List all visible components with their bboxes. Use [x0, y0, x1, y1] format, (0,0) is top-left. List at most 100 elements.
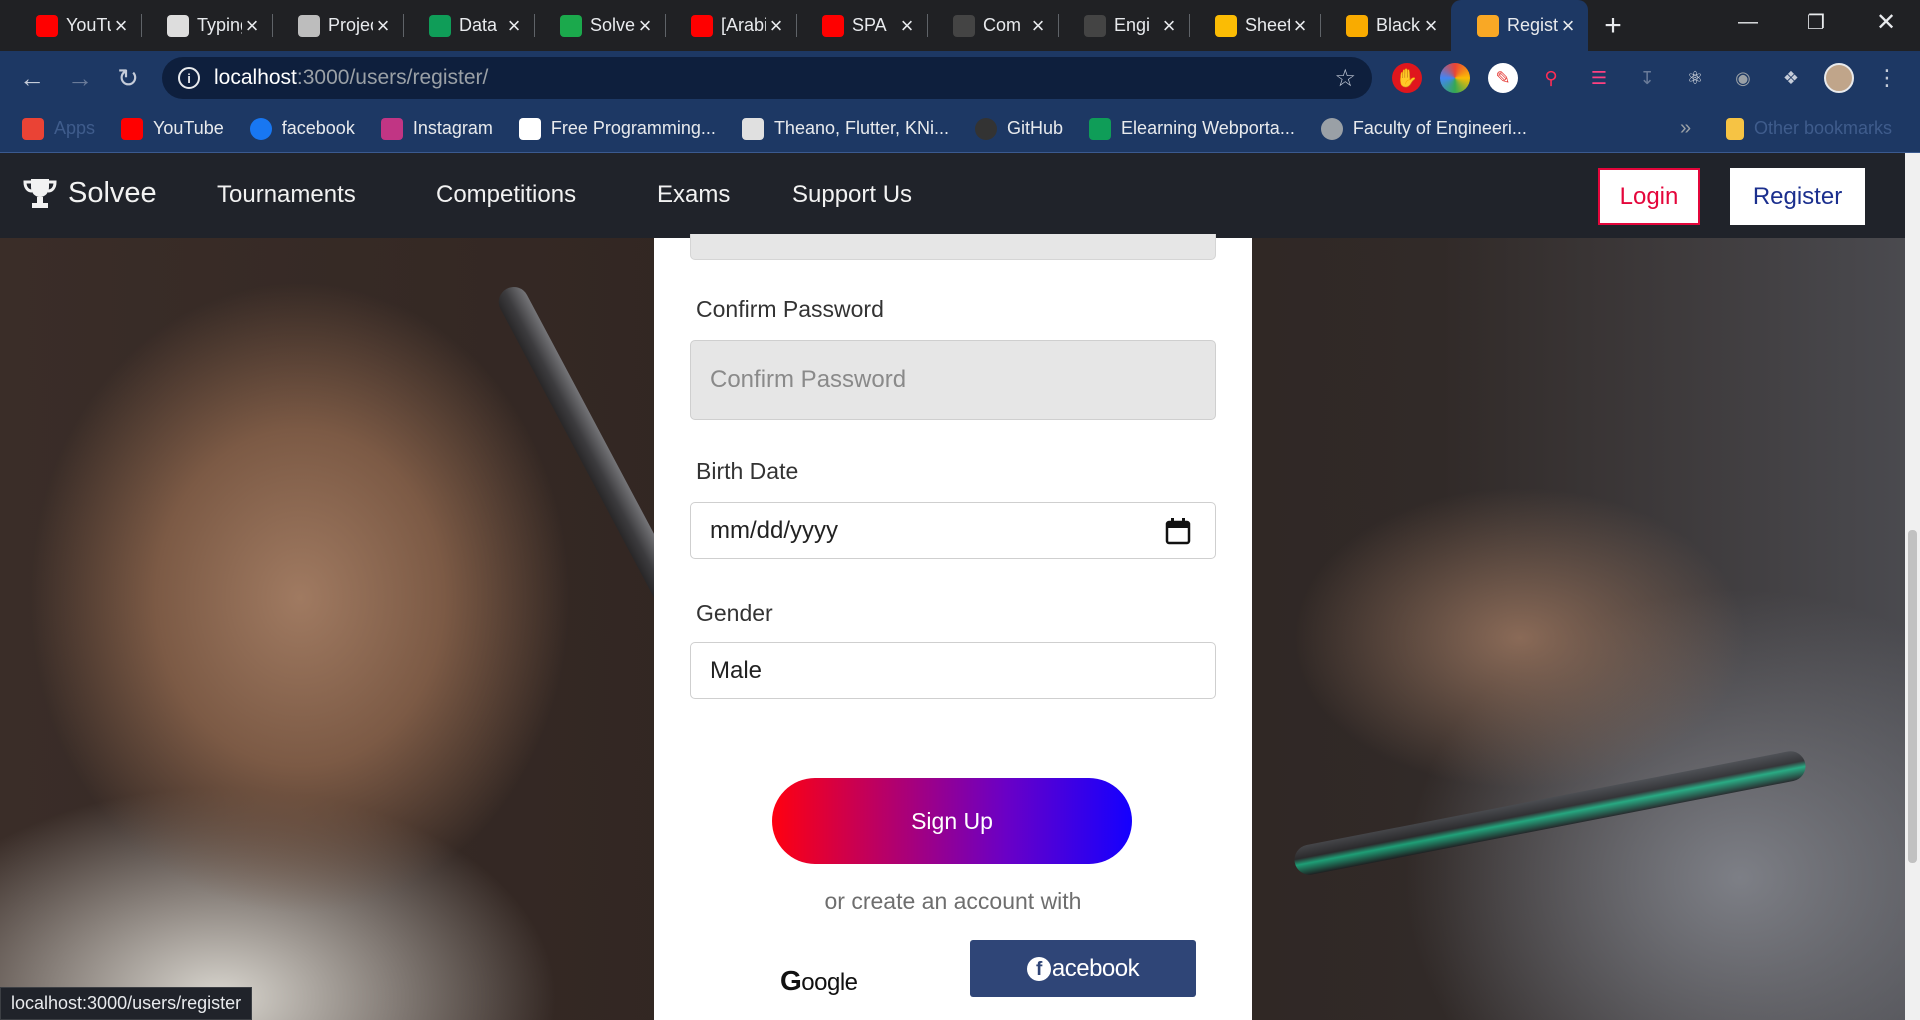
close-window-icon[interactable]: ✕: [1852, 0, 1920, 44]
bookmarks-bar: Apps YouTube facebook Instagram Free Program…: [0, 105, 1920, 153]
nav-tournaments[interactable]: Tournaments: [217, 181, 356, 209]
bookmark-item[interactable]: Free Programming...: [518, 117, 716, 140]
tab-title: Register: [1507, 15, 1558, 35]
bookmark-label: Instagram: [412, 118, 493, 138]
tab-list: YouTube×Typing×Projects×Data×Solve×[Arab…: [0, 0, 1588, 51]
google-signup-button[interactable]: Google: [780, 965, 858, 997]
bookmark-item[interactable]: facebook: [249, 117, 355, 140]
scrollbar-thumb[interactable]: [1908, 530, 1917, 863]
folder-icon: [1726, 117, 1744, 140]
back-arrow-icon[interactable]: ←: [10, 56, 54, 100]
brand-logo[interactable]: Solvee: [22, 175, 157, 211]
apps-grid-icon: [22, 117, 44, 140]
browser-tab[interactable]: Register×: [1451, 0, 1588, 51]
browser-tab[interactable]: YouTube×: [10, 0, 141, 51]
nav-support-us[interactable]: Support Us: [792, 181, 912, 209]
new-tab-button[interactable]: +: [1588, 0, 1638, 51]
web-page: Solvee Tournaments Competitions Exams Su…: [0, 153, 1920, 1020]
react-devtools-icon[interactable]: ⚛: [1680, 63, 1710, 93]
bookmark-label: Apps: [54, 118, 96, 138]
tab-title: Engi: [1114, 15, 1151, 35]
password-input-partial[interactable]: [690, 234, 1216, 260]
facebook-signup-button[interactable]: f acebook: [970, 940, 1196, 997]
browser-tab[interactable]: Data ×: [403, 0, 534, 51]
tab-close-icon[interactable]: ×: [766, 13, 786, 39]
tab-title: Black: [1376, 15, 1421, 35]
tab-title: YouTube: [66, 15, 111, 35]
register-button[interactable]: Register: [1730, 168, 1865, 225]
browser-tab[interactable]: Sheets×: [1189, 0, 1320, 51]
restore-icon[interactable]: ❐: [1782, 0, 1850, 44]
nav-exams[interactable]: Exams: [657, 181, 730, 209]
browser-tab[interactable]: SPA ×: [796, 0, 927, 51]
reload-icon[interactable]: ↻: [106, 56, 150, 100]
browser-tab[interactable]: Com ×: [927, 0, 1058, 51]
tab-title: SPA: [852, 15, 887, 35]
browser-menu-icon[interactable]: ⋮: [1872, 63, 1902, 93]
confirm-password-label: Confirm Password: [696, 296, 884, 322]
github-icon: [953, 14, 975, 37]
adblock-extension-icon[interactable]: ✋: [1392, 63, 1422, 93]
login-button[interactable]: Login: [1598, 168, 1700, 225]
browser-tab[interactable]: Solve ×: [534, 0, 665, 51]
bookmark-item[interactable]: Faculty of Engineeri...: [1320, 117, 1527, 140]
tab-close-icon[interactable]: ×: [897, 13, 917, 39]
bookmark-label: GitHub: [1007, 118, 1064, 138]
bookmark-item[interactable]: Apps: [22, 117, 96, 140]
minimize-icon[interactable]: —: [1714, 0, 1782, 44]
bookmark-item[interactable]: Elearning Webporta...: [1089, 117, 1295, 140]
url-path: :3000/users/register/: [296, 66, 489, 89]
pencil-extension-icon[interactable]: ✎: [1488, 63, 1518, 93]
color-picker-extension-icon[interactable]: [1440, 63, 1470, 93]
browser-tab[interactable]: Black ×: [1320, 0, 1451, 51]
browser-tab[interactable]: [Arabic×: [665, 0, 796, 51]
address-bar[interactable]: i localhost:3000/users/register/ ☆: [162, 57, 1372, 99]
bookmark-item[interactable]: GitHub: [975, 117, 1064, 140]
download-icon[interactable]: ↧: [1632, 63, 1662, 93]
menu-lines-extension-icon[interactable]: ☰: [1584, 63, 1614, 93]
tab-close-icon[interactable]: ×: [504, 13, 524, 39]
gender-select[interactable]: Male: [690, 642, 1216, 699]
confirm-password-input[interactable]: Confirm Password: [690, 340, 1216, 420]
bookmark-item[interactable]: YouTube: [121, 117, 224, 140]
tab-close-icon[interactable]: ×: [1290, 13, 1310, 39]
key-extension-icon[interactable]: ⚲: [1536, 63, 1566, 93]
bookmark-label: YouTube: [153, 118, 224, 138]
browser-tab[interactable]: Engi ×: [1058, 0, 1189, 51]
tab-close-icon[interactable]: ×: [373, 13, 393, 39]
birth-date-input[interactable]: mm/dd/yyyy: [690, 502, 1216, 559]
url-host: localhost: [214, 66, 297, 89]
tab-close-icon[interactable]: ×: [1159, 13, 1179, 39]
tab-close-icon[interactable]: ×: [1028, 13, 1048, 39]
profile-avatar[interactable]: [1824, 63, 1854, 93]
sign-up-button[interactable]: Sign Up: [772, 778, 1132, 864]
tab-close-icon[interactable]: ×: [242, 13, 262, 39]
document-icon: [167, 14, 189, 37]
browser-tab[interactable]: Typing×: [141, 0, 272, 51]
gender-label: Gender: [696, 600, 773, 626]
calendar-icon[interactable]: [1165, 517, 1191, 545]
capture-extension-icon[interactable]: ◉: [1728, 63, 1758, 93]
browser-tab[interactable]: Projects×: [272, 0, 403, 51]
bookmark-item[interactable]: Instagram: [380, 117, 493, 140]
bookmarks-overflow-icon[interactable]: »: [1680, 117, 1691, 140]
bookmark-star-icon[interactable]: ☆: [1334, 64, 1356, 93]
tab-close-icon[interactable]: ×: [1421, 13, 1441, 39]
bookmark-item[interactable]: Theano, Flutter, KNi...: [741, 117, 949, 140]
address-url[interactable]: localhost:3000/users/register/: [214, 66, 488, 90]
tab-title: Typing: [197, 15, 242, 35]
site-info-icon[interactable]: i: [178, 67, 200, 89]
bookmark-label: Elearning Webporta...: [1121, 118, 1295, 138]
youtube-icon: [691, 14, 713, 37]
forward-arrow-icon[interactable]: →: [58, 56, 102, 100]
tab-close-icon[interactable]: ×: [1558, 13, 1578, 39]
other-bookmarks[interactable]: Other bookmarks: [1726, 117, 1892, 140]
tab-close-icon[interactable]: ×: [111, 13, 131, 39]
github-icon: [975, 117, 998, 140]
nav-competitions[interactable]: Competitions: [436, 181, 576, 209]
tab-close-icon[interactable]: ×: [635, 13, 655, 39]
extensions-puzzle-icon[interactable]: ❖: [1776, 63, 1806, 93]
page-scrollbar[interactable]: [1905, 153, 1920, 1020]
elearning-icon: [1089, 117, 1112, 140]
trophy-icon: [23, 179, 57, 208]
